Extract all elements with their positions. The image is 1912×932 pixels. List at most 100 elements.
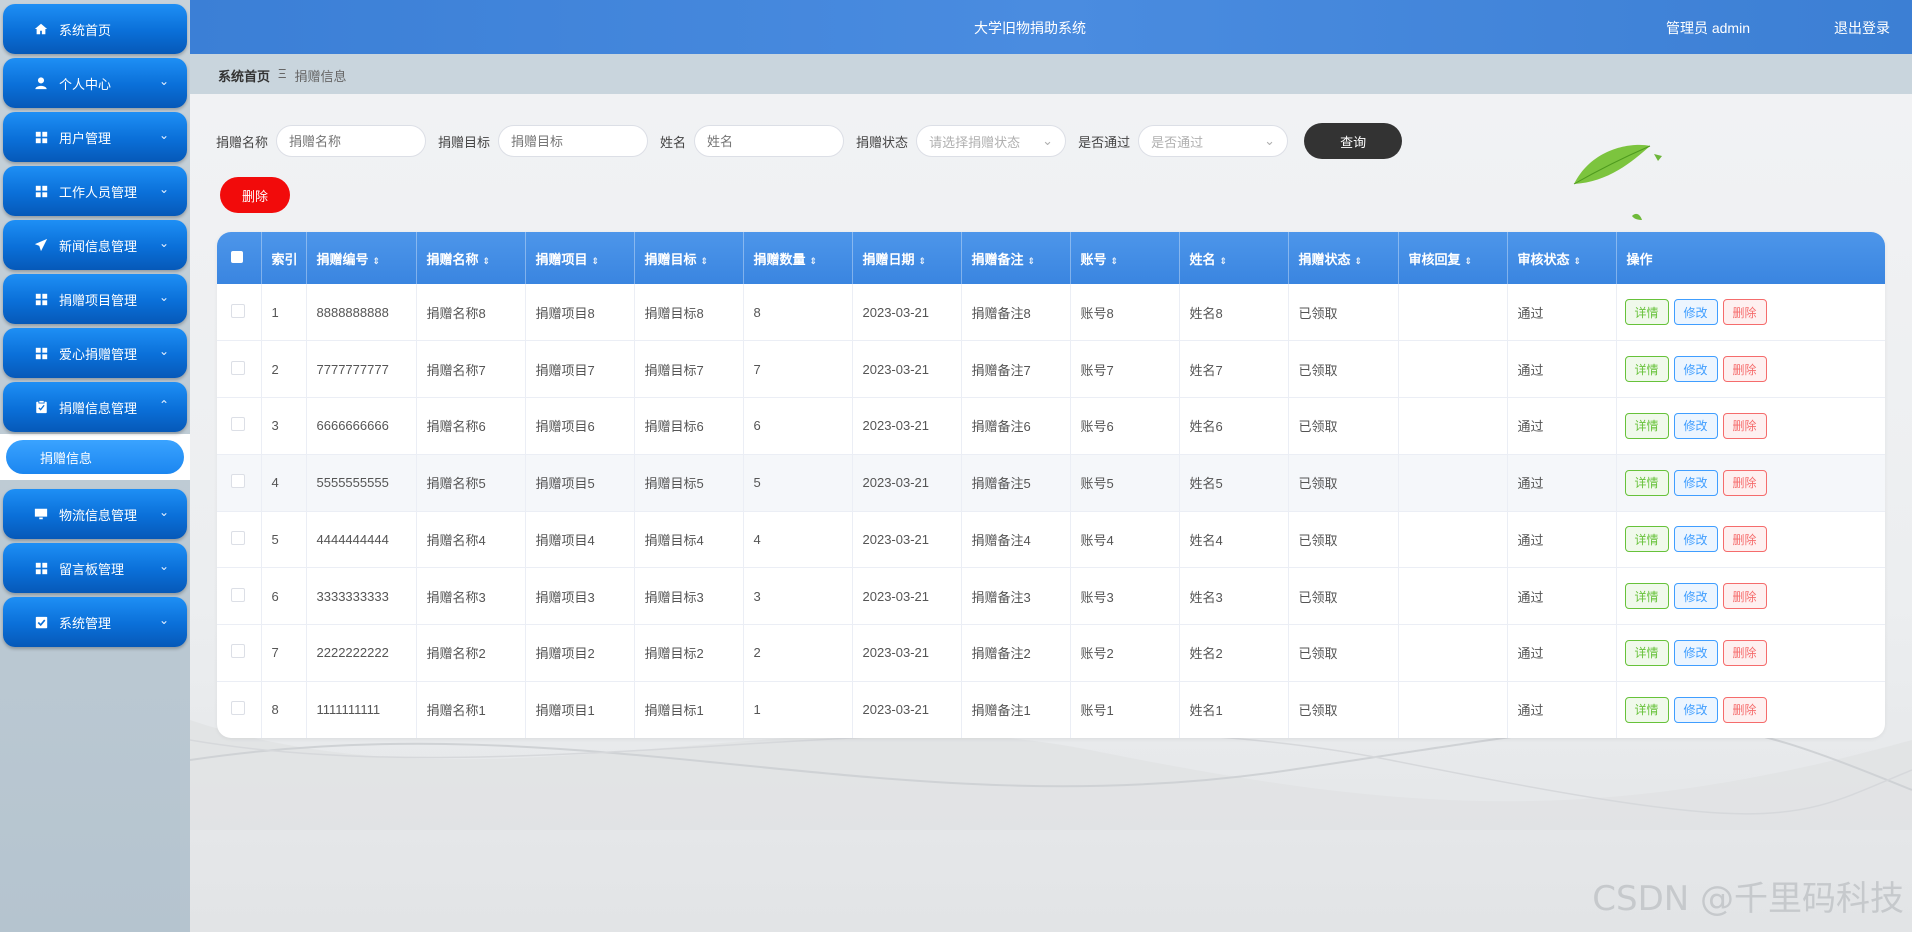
select-all-checkbox[interactable] [231,250,243,263]
delete-row-button[interactable]: 删除 [1722,412,1767,439]
sidebar-item-10[interactable]: 系统管理 ⌄ [3,597,187,647]
delete-row-button[interactable]: 删除 [1722,469,1767,496]
column-header[interactable]: 捐赠编号 ⇕ [306,232,417,284]
detail-button[interactable]: 详情 [1624,469,1669,496]
delete-row-button[interactable]: 删除 [1722,583,1767,610]
sort-icon[interactable]: ⇕ [483,256,491,266]
detail-button[interactable]: 详情 [1624,526,1669,553]
table-row[interactable]: 6 3333333333 捐赠名称3 捐赠项目3 捐赠目标3 3 2023-03-21 捐赠备… [217,567,1885,625]
sidebar-item-4[interactable]: 新闻信息管理 ⌄ [3,220,187,270]
edit-button[interactable]: 修改 [1673,639,1718,666]
detail-button[interactable]: 详情 [1624,696,1669,723]
column-header[interactable]: 捐赠备注 ⇕ [961,232,1071,284]
detail-button[interactable]: 详情 [1624,356,1669,383]
table-cell: 捐赠备注5 [961,454,1071,511]
table-row[interactable]: 4 5555555555 捐赠名称5 捐赠项目5 捐赠目标5 5 2023-03-21 捐赠备… [217,454,1885,511]
delete-row-button[interactable]: 删除 [1722,696,1767,723]
delete-row-button[interactable]: 删除 [1722,299,1767,326]
sort-icon[interactable]: ⇕ [919,256,927,266]
select-all-header[interactable] [217,232,262,284]
sidebar-item-0[interactable]: 系统首页 [3,4,187,54]
table-cell: 6666666666 [306,397,417,455]
row-checkbox[interactable] [231,701,245,716]
sidebar-item-6[interactable]: 爱心捐赠管理 ⌄ [3,328,187,378]
table-cell: 3 [743,567,853,625]
edit-button[interactable]: 修改 [1673,526,1718,553]
column-header[interactable]: 捐赠项目 ⇕ [525,232,635,284]
table-row[interactable]: 5 4444444444 捐赠名称4 捐赠项目4 捐赠目标4 4 2023-03-21 捐赠备… [217,511,1885,568]
edit-button[interactable]: 修改 [1673,356,1718,383]
query-button[interactable]: 查询 [1304,123,1403,159]
detail-button[interactable]: 详情 [1624,583,1669,610]
column-header[interactable]: 审核回复 ⇕ [1398,232,1508,284]
table-cell: 捐赠目标2 [634,624,744,682]
delete-row-button[interactable]: 删除 [1722,639,1767,666]
sidebar-item-9[interactable]: 留言板管理 ⌄ [3,543,187,593]
row-checkbox[interactable] [231,530,245,545]
column-header[interactable]: 姓名 ⇕ [1179,232,1289,284]
column-header[interactable]: 账号 ⇕ [1070,232,1180,284]
table-row[interactable]: 1 8888888888 捐赠名称8 捐赠项目8 捐赠目标8 8 2023-03-21 捐赠备… [217,284,1885,341]
donation-name-input[interactable] [276,125,427,157]
sort-icon[interactable]: ⇕ [1111,256,1119,266]
edit-button[interactable]: 修改 [1673,583,1718,610]
submenu-item-donation-info[interactable]: 捐赠信息 [6,440,184,474]
sidebar-item-7[interactable]: 捐赠信息管理 ⌃ [3,382,187,432]
sort-icon[interactable]: ⇕ [373,256,381,266]
edit-button[interactable]: 修改 [1673,299,1718,326]
monitor-icon [33,506,49,522]
sort-icon[interactable]: ⇕ [1220,256,1228,266]
column-header[interactable]: 捐赠日期 ⇕ [852,232,962,284]
edit-button[interactable]: 修改 [1673,412,1718,439]
column-header[interactable]: 操作 [1616,232,1885,284]
breadcrumb-bar: 系统首页 Ξ 捐赠信息 [190,54,1912,94]
table-row[interactable]: 2 7777777777 捐赠名称7 捐赠项目7 捐赠目标7 7 2023-03-21 捐赠备… [217,340,1885,398]
column-header-label: 操作 [1626,251,1653,267]
donation-status-select[interactable]: 请选择捐赠状态 ⌄ [916,125,1067,157]
sidebar-item-5[interactable]: 捐赠项目管理 ⌄ [3,274,187,324]
person-name-input[interactable] [694,125,845,157]
batch-delete-button[interactable]: 删除 [220,177,290,213]
sort-icon[interactable]: ⇕ [1355,256,1363,266]
donation-target-input[interactable] [498,125,649,157]
column-header-label: 捐赠项目 [535,251,588,267]
actions-cell: 详情 修改 删除 [1616,340,1885,398]
row-checkbox[interactable] [231,474,245,489]
delete-row-button[interactable]: 删除 [1722,526,1767,553]
column-header[interactable]: 捐赠数量 ⇕ [743,232,853,284]
column-header[interactable]: 审核状态 ⇕ [1507,232,1617,284]
row-checkbox[interactable] [231,587,245,602]
row-checkbox[interactable] [231,417,245,432]
column-header[interactable]: 索引 [261,232,307,284]
sort-icon[interactable]: ⇕ [810,256,818,266]
sidebar-item-1[interactable]: 个人中心 ⌄ [3,58,187,108]
table-row[interactable]: 7 2222222222 捐赠名称2 捐赠项目2 捐赠目标2 2 2023-03-21 捐赠备… [217,624,1885,682]
logout-link[interactable]: 退出登录 [1834,18,1890,38]
detail-button[interactable]: 详情 [1624,299,1669,326]
sort-icon[interactable]: ⇕ [1465,256,1473,266]
column-header[interactable]: 捐赠目标 ⇕ [634,232,744,284]
sidebar-item-8[interactable]: 物流信息管理 ⌄ [3,489,187,539]
row-checkbox[interactable] [231,644,245,659]
pass-status-select[interactable]: 是否通过 ⌄ [1138,125,1289,157]
column-header[interactable]: 捐赠状态 ⇕ [1288,232,1399,284]
row-checkbox[interactable] [231,360,245,375]
detail-button[interactable]: 详情 [1624,639,1669,666]
detail-button[interactable]: 详情 [1624,412,1669,439]
table-row[interactable]: 8 1111111111 捐赠名称1 捐赠项目1 捐赠目标1 1 2023-03-21 捐赠备… [217,681,1885,738]
edit-button[interactable]: 修改 [1673,696,1718,723]
sort-icon[interactable]: ⇕ [1028,256,1036,266]
sort-icon[interactable]: ⇕ [592,256,600,266]
edit-button[interactable]: 修改 [1673,469,1718,496]
column-header[interactable]: 捐赠名称 ⇕ [416,232,526,284]
sort-icon[interactable]: ⇕ [1574,256,1582,266]
delete-row-button[interactable]: 删除 [1722,356,1767,383]
row-checkbox[interactable] [231,303,245,318]
sidebar-item-2[interactable]: 用户管理 ⌄ [3,112,187,162]
sidebar-item-3[interactable]: 工作人员管理 ⌄ [3,166,187,216]
chevron-icon: ⌄ [158,182,169,196]
sort-icon[interactable]: ⇕ [701,256,709,266]
table-row[interactable]: 3 6666666666 捐赠名称6 捐赠项目6 捐赠目标6 6 2023-03-21 捐赠备… [217,397,1885,455]
table-cell: 已领取 [1288,681,1399,738]
breadcrumb-home[interactable]: 系统首页 [218,66,270,85]
